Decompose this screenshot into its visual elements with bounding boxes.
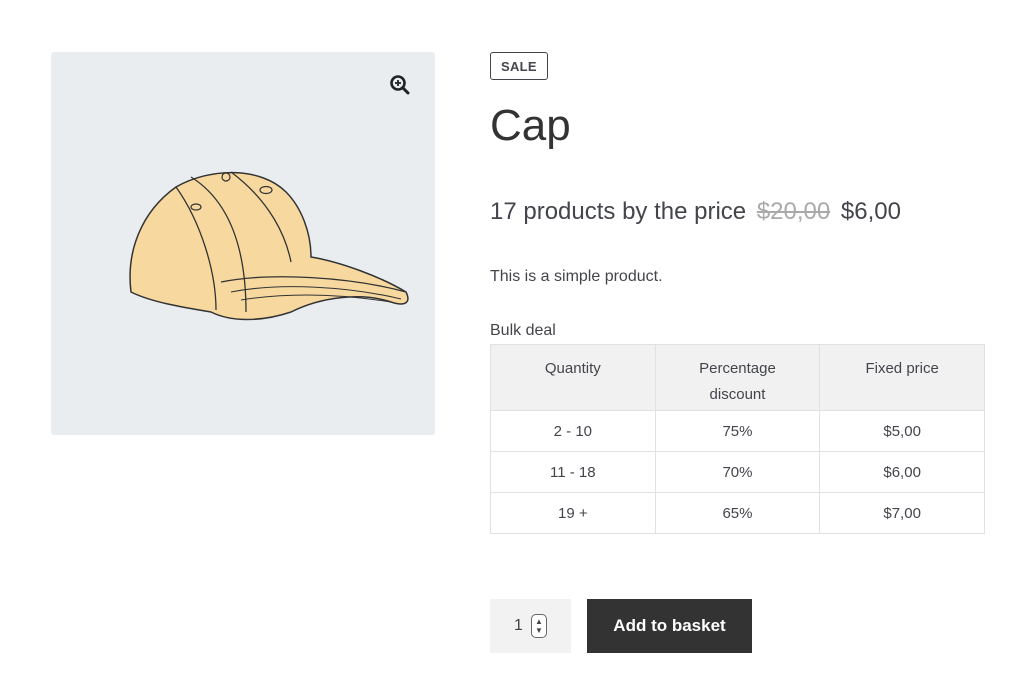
sale-badge: SALE: [490, 52, 548, 80]
price-old: $20,00: [756, 198, 831, 226]
table-cell: 65%: [654, 492, 821, 535]
column-header: Percentage discount: [654, 344, 821, 412]
column-header: Fixed price: [819, 344, 985, 412]
product-description: This is a simple product.: [490, 268, 663, 286]
table-cell: 19 +: [490, 492, 656, 535]
bulk-deal-table: Quantity Percentage discount Fixed price…: [490, 344, 985, 535]
table-cell: 75%: [654, 410, 821, 453]
product-gallery: [51, 52, 435, 435]
table-cell: 11 - 18: [490, 451, 656, 494]
spinner-up-icon[interactable]: ▲: [535, 617, 543, 626]
spinner-down-icon[interactable]: ▼: [535, 626, 543, 635]
product-summary: SALE Cap 17 products by the price $20,00…: [490, 52, 985, 535]
table-row: 11 - 18 70% $6,00: [490, 451, 985, 494]
table-cell: $6,00: [819, 451, 985, 494]
spinner-arrows-icon[interactable]: ▲ ▼: [530, 614, 547, 638]
price-new: $6,00: [840, 198, 901, 226]
quantity-stepper[interactable]: 1 ▲ ▼: [490, 599, 571, 653]
table-cell: 70%: [654, 451, 821, 494]
column-header: Quantity: [490, 344, 656, 412]
table-cell: $7,00: [819, 492, 985, 535]
quantity-value[interactable]: 1: [514, 617, 523, 635]
add-to-basket-button[interactable]: Add to basket: [587, 599, 752, 653]
price-prefix: 17 products by the price: [490, 198, 747, 226]
table-cell: 2 - 10: [490, 410, 656, 453]
product-title: Cap: [490, 101, 571, 150]
add-to-cart-form: 1 ▲ ▼ Add to basket: [490, 599, 752, 653]
product-image[interactable]: [121, 162, 421, 337]
product-price: 17 products by the price $20,00 $6,00: [490, 198, 985, 226]
table-cell: $5,00: [819, 410, 985, 453]
table-header-row: Quantity Percentage discount Fixed price: [490, 344, 985, 412]
table-row: 19 + 65% $7,00: [490, 492, 985, 535]
bulk-deal-heading: Bulk deal: [490, 322, 556, 340]
zoom-in-icon[interactable]: [389, 74, 411, 96]
column-header-label: Percentage discount: [699, 360, 776, 404]
table-row: 2 - 10 75% $5,00: [490, 410, 985, 453]
